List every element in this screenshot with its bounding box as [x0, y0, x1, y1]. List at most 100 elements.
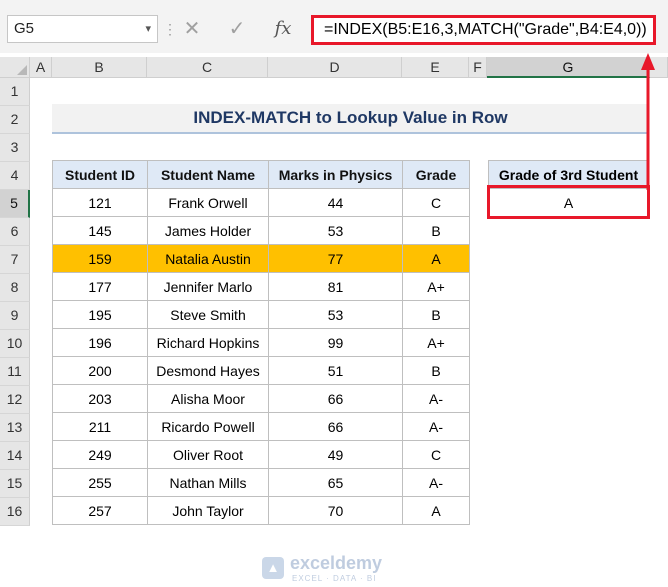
table-row: 121 Frank Orwell 44 C — [52, 188, 470, 217]
worksheet-grid[interactable]: ABCDEFG 1 2 3 4 5 6 7 8 9 10 11 12 13 14 15 16 INDEX-MA… — [0, 57, 668, 583]
student-table: Student ID Student Name Marks in Physics Gr… — [52, 160, 470, 525]
table-cell[interactable]: 66 — [268, 384, 403, 413]
table-cell[interactable]: 49 — [268, 440, 403, 469]
column-header-e[interactable]: E — [402, 57, 469, 78]
name-box[interactable]: G5 ▾ — [7, 15, 158, 43]
table-cell[interactable]: B — [402, 300, 470, 329]
table-cell[interactable]: Alisha Moor — [147, 384, 269, 413]
cancel-icon[interactable]: ✕ — [177, 15, 207, 43]
table-cell[interactable]: 51 — [268, 356, 403, 385]
row-header-12[interactable]: 12 — [0, 386, 30, 414]
row-header-3[interactable]: 3 — [0, 134, 30, 162]
table-cell[interactable]: 203 — [52, 384, 148, 413]
column-header-d[interactable]: D — [268, 57, 402, 78]
row-header-15[interactable]: 15 — [0, 470, 30, 498]
table-cell[interactable]: 70 — [268, 496, 403, 525]
table-cell[interactable]: 53 — [268, 216, 403, 245]
row-header-16[interactable]: 16 — [0, 498, 30, 526]
table-cell[interactable]: 65 — [268, 468, 403, 497]
row-header-4[interactable]: 4 — [0, 162, 30, 190]
row-header-5[interactable]: 5 — [0, 190, 30, 218]
column-header-g[interactable]: G — [487, 57, 650, 78]
table-cell[interactable]: 177 — [52, 272, 148, 301]
row-header-1[interactable]: 1 — [0, 78, 30, 106]
table-cell[interactable]: 145 — [52, 216, 148, 245]
row-header-9[interactable]: 9 — [0, 302, 30, 330]
table-cell[interactable]: Jennifer Marlo — [147, 272, 269, 301]
row-header-11[interactable]: 11 — [0, 358, 30, 386]
table-row: 200 Desmond Hayes 51 B — [52, 356, 470, 385]
table-row: 196 Richard Hopkins 99 A+ — [52, 328, 470, 357]
table-cell[interactable]: John Taylor — [147, 496, 269, 525]
table-cell[interactable]: Nathan Mills — [147, 468, 269, 497]
table-cell[interactable]: C — [402, 440, 470, 469]
chevron-down-icon[interactable]: ▾ — [145, 16, 151, 42]
row-header-2[interactable]: 2 — [0, 106, 30, 134]
table-cell[interactable]: Ricardo Powell — [147, 412, 269, 441]
enter-icon[interactable]: ✓ — [222, 15, 252, 43]
table-cell[interactable]: 66 — [268, 412, 403, 441]
table-cell[interactable]: 44 — [268, 188, 403, 217]
table-cell[interactable]: Steve Smith — [147, 300, 269, 329]
column-header-f[interactable]: F — [469, 57, 487, 78]
table-cell[interactable]: 53 — [268, 300, 403, 329]
row-header-6[interactable]: 6 — [0, 218, 30, 246]
formula-input[interactable]: =INDEX(B5:E16,3,MATCH("Grade",B4:E4,0)) — [311, 15, 656, 45]
table-cell[interactable]: 195 — [52, 300, 148, 329]
insert-function-icon[interactable]: fx — [268, 15, 298, 43]
table-header-row: Student ID Student Name Marks in Physics Gr… — [52, 160, 470, 189]
table-row: 159 Natalia Austin 77 A — [52, 244, 470, 273]
table-cell[interactable]: B — [402, 216, 470, 245]
select-all-button[interactable] — [0, 57, 30, 78]
result-cell[interactable]: A — [488, 188, 649, 217]
table-cell[interactable]: 249 — [52, 440, 148, 469]
result-header[interactable]: Grade of 3rd Student — [488, 160, 649, 189]
row-header-7[interactable]: 7 — [0, 246, 30, 274]
table-cell[interactable]: James Holder — [147, 216, 269, 245]
table-cell[interactable]: 211 — [52, 412, 148, 441]
table-cell[interactable]: A- — [402, 412, 470, 441]
row-header-10[interactable]: 10 — [0, 330, 30, 358]
table-cell[interactable]: A- — [402, 384, 470, 413]
table-cell[interactable]: 257 — [52, 496, 148, 525]
table-cell[interactable]: 255 — [52, 468, 148, 497]
table-cell[interactable]: Natalia Austin — [147, 244, 269, 273]
column-heading[interactable]: Student ID — [52, 160, 148, 189]
table-cell[interactable]: 121 — [52, 188, 148, 217]
row-header-13[interactable]: 13 — [0, 414, 30, 442]
table-cell[interactable]: Frank Orwell — [147, 188, 269, 217]
table-row: 195 Steve Smith 53 B — [52, 300, 470, 329]
column-header-c[interactable]: C — [147, 57, 268, 78]
column-header-filler — [650, 57, 668, 78]
table-cell[interactable]: A+ — [402, 272, 470, 301]
row-header-14[interactable]: 14 — [0, 442, 30, 470]
table-cell[interactable]: 77 — [268, 244, 403, 273]
table-cell[interactable]: Desmond Hayes — [147, 356, 269, 385]
exceldemy-logo-icon: ▲ — [262, 557, 284, 579]
table-cell[interactable]: 159 — [52, 244, 148, 273]
table-cell[interactable]: B — [402, 356, 470, 385]
table-cell[interactable]: Oliver Root — [147, 440, 269, 469]
table-cell[interactable]: C — [402, 188, 470, 217]
table-cell[interactable]: 81 — [268, 272, 403, 301]
row-header-8[interactable]: 8 — [0, 274, 30, 302]
column-heading[interactable]: Marks in Physics — [268, 160, 403, 189]
column-header-b[interactable]: B — [52, 57, 147, 78]
table-cell[interactable]: 196 — [52, 328, 148, 357]
table-cell[interactable]: A — [402, 496, 470, 525]
table-cell[interactable]: Richard Hopkins — [147, 328, 269, 357]
watermark-name: exceldemy — [290, 553, 383, 573]
sheet-title[interactable]: INDEX-MATCH to Lookup Value in Row — [52, 104, 649, 134]
table-cell[interactable]: A+ — [402, 328, 470, 357]
name-box-value: G5 — [14, 20, 35, 37]
table-cell[interactable]: 99 — [268, 328, 403, 357]
table-cell[interactable]: 200 — [52, 356, 148, 385]
table-row: 249 Oliver Root 49 C — [52, 440, 470, 469]
table-cell[interactable]: A — [402, 244, 470, 273]
column-header-a[interactable]: A — [30, 57, 52, 78]
formula-bar-grip-icon[interactable]: ⋮ — [163, 18, 177, 40]
column-heading[interactable]: Student Name — [147, 160, 269, 189]
select-all-icon — [17, 65, 27, 75]
column-heading[interactable]: Grade — [402, 160, 470, 189]
table-cell[interactable]: A- — [402, 468, 470, 497]
